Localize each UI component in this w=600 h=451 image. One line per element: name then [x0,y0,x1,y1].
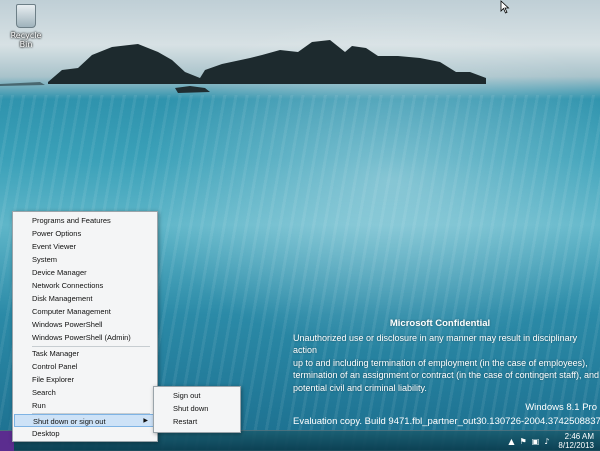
watermark-line: potential civil and criminal liability. [293,382,427,393]
menu-item-run[interactable]: Run [13,399,155,412]
watermark-line: Unauthorized use or disclosure in any ma… [293,332,578,356]
windows-edition: Windows 8.1 Pro [525,402,597,413]
menu-item-event-viewer[interactable]: Event Viewer [13,240,155,253]
submenu-item-shut-down[interactable]: Shut down [154,402,238,415]
clock[interactable]: 2:46 AM 8/12/2013 [558,432,594,450]
clock-date: 8/12/2013 [558,441,594,450]
watermark-title: Microsoft Confidential [389,318,491,329]
menu-item-power-options[interactable]: Power Options [13,227,155,240]
menu-item-windows-powershell[interactable]: Windows PowerShell [13,318,155,331]
menu-item-network-connections[interactable]: Network Connections [13,279,155,292]
menu-item-shut-down-or-sign-out[interactable]: Shut down or sign out ▶ [14,414,154,427]
menu-item-windows-powershell-admin[interactable]: Windows PowerShell (Admin) [13,331,155,344]
recycle-bin-icon[interactable]: Recycle Bin [6,4,46,49]
recycle-bin-label: Recycle Bin [10,31,42,49]
build-string: Evaluation copy. Build 9471.fbl_partner_… [293,416,600,427]
show-hidden-icons-icon[interactable]: ▲ [508,437,514,446]
menu-item-label: Shut down or sign out [33,417,106,426]
watermark-line: termination of an assignment or contract… [293,370,600,380]
menu-item-desktop[interactable]: Desktop [13,427,155,440]
menu-item-computer-management[interactable]: Computer Management [13,305,155,318]
menu-item-control-panel[interactable]: Control Panel [13,360,155,373]
confidential-watermark: Microsoft Confidential Unauthorized use … [293,318,600,394]
action-center-flag-icon[interactable]: ⚑ [520,437,527,446]
menu-item-system[interactable]: System [13,253,155,266]
menu-item-search[interactable]: Search [13,386,155,399]
menu-item-task-manager[interactable]: Task Manager [13,347,155,360]
clock-time: 2:46 AM [564,432,594,441]
winx-power-user-menu: Programs and Features Power Options Even… [12,211,158,442]
menu-item-disk-management[interactable]: Disk Management [13,292,155,305]
menu-item-file-explorer[interactable]: File Explorer [13,373,155,386]
shutdown-submenu: Sign out Shut down Restart [153,386,241,433]
network-icon[interactable]: ▣ [532,437,540,446]
trash-icon [16,4,36,28]
menu-item-programs-and-features[interactable]: Programs and Features [13,214,155,227]
submenu-item-restart[interactable]: Restart [154,415,238,428]
watermark-line: up to and including termination of emplo… [293,357,588,368]
wallpaper-rocks [0,40,486,93]
mouse-cursor-icon [500,0,510,14]
system-tray: ▲ ⚑ ▣ ♪ 2:46 AM 8/12/2013 [508,431,594,451]
menu-item-device-manager[interactable]: Device Manager [13,266,155,279]
submenu-item-sign-out[interactable]: Sign out [154,389,238,402]
volume-icon[interactable]: ♪ [544,437,549,446]
